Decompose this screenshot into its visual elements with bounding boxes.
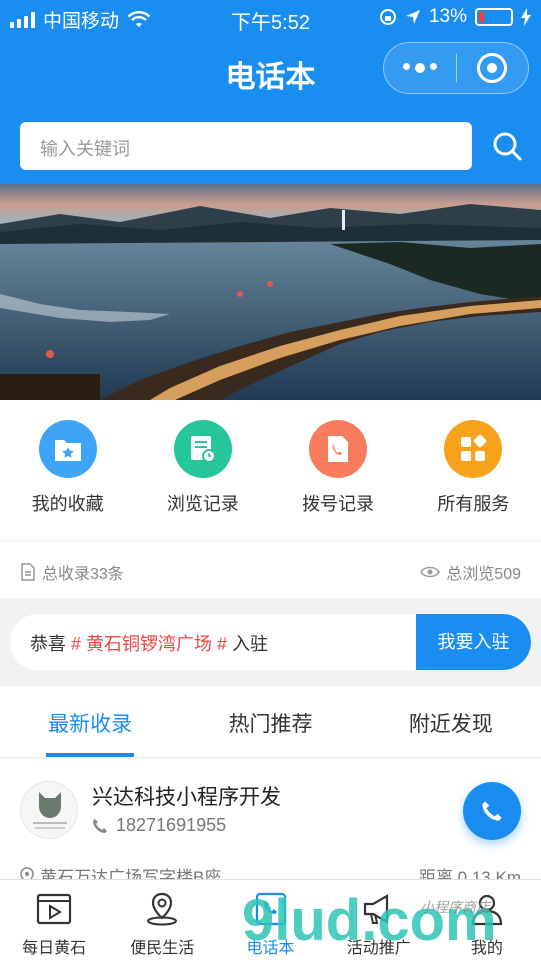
document-icon bbox=[21, 563, 35, 581]
status-right: 13% bbox=[379, 6, 531, 28]
favorite-folder-icon bbox=[38, 420, 97, 478]
miniprogram-capsule bbox=[383, 42, 529, 94]
lake-scenery-image bbox=[0, 184, 541, 400]
banner-image[interactable] bbox=[0, 184, 541, 400]
call-log-icon bbox=[309, 420, 368, 478]
total-records: 总收录33条 bbox=[20, 560, 124, 584]
tab-mine[interactable]: 我的 bbox=[433, 880, 541, 960]
join-notice: 恭喜 # 黄石铜锣湾广场 # 入驻 我要入驻 bbox=[10, 614, 531, 670]
notice-message: 恭喜 # 黄石铜锣湾广场 # 入驻 bbox=[30, 630, 268, 656]
video-icon bbox=[36, 893, 72, 925]
tab-latest[interactable]: 最新收录 bbox=[0, 686, 180, 757]
tab-promotion[interactable]: 活动推广 bbox=[325, 880, 433, 960]
tab-label: 便民生活 bbox=[130, 940, 195, 957]
phone-icon bbox=[482, 801, 502, 821]
phonebook-page: 中国移动 下午5:52 13% 电话本 输入关键词 我的收藏 浏览记录 拨号记录… bbox=[0, 0, 541, 960]
search-input[interactable]: 输入关键词 bbox=[20, 122, 472, 170]
more-menu-button[interactable] bbox=[384, 63, 456, 73]
tab-label: 我的 bbox=[470, 940, 503, 957]
tab-convenience[interactable]: 便民生活 bbox=[108, 880, 216, 960]
rotation-lock-icon bbox=[379, 9, 396, 25]
menu-label: 所有服务 bbox=[437, 494, 510, 514]
tab-phonebook[interactable]: 电话本 bbox=[216, 880, 324, 960]
business-name: 兴达科技小程序开发 bbox=[92, 786, 281, 809]
tab-label: 电话本 bbox=[246, 940, 295, 957]
tab-label: 每日黄石 bbox=[22, 940, 87, 957]
menu-all-services[interactable]: 所有服务 bbox=[406, 400, 541, 540]
target-icon bbox=[477, 53, 508, 83]
all-services-icon bbox=[444, 420, 503, 478]
search-icon[interactable] bbox=[491, 130, 523, 162]
listing-tabs: 最新收录 热门推荐 附近发现 bbox=[0, 686, 541, 758]
battery-percent: 13% bbox=[428, 6, 467, 27]
menu-my-favorites[interactable]: 我的收藏 bbox=[0, 400, 135, 540]
menu-label: 浏览记录 bbox=[166, 494, 239, 514]
views-text: 总浏览509 bbox=[446, 566, 521, 583]
search-bar: 输入关键词 bbox=[0, 104, 541, 184]
join-button[interactable]: 我要入驻 bbox=[416, 614, 531, 670]
notice-suffix: 入驻 bbox=[232, 634, 269, 654]
records-text: 总收录33条 bbox=[42, 566, 124, 583]
notice-highlight[interactable]: # 黄石铜锣湾广场 # bbox=[71, 634, 227, 654]
history-icon bbox=[173, 420, 232, 478]
phone-icon bbox=[255, 892, 286, 926]
list-item[interactable]: 兴达科技小程序开发 18271691955 黄石万达广场写字楼B座 距离 0.1… bbox=[0, 759, 541, 887]
location-pin-icon bbox=[147, 892, 178, 926]
eye-icon bbox=[420, 566, 441, 578]
business-phone: 18271691955 bbox=[92, 815, 226, 836]
menu-call-log[interactable]: 拨号记录 bbox=[271, 400, 406, 540]
quick-menu: 我的收藏 浏览记录 拨号记录 所有服务 bbox=[0, 400, 541, 540]
call-button[interactable] bbox=[463, 782, 521, 840]
menu-label: 我的收藏 bbox=[31, 494, 104, 514]
tab-daily-huangshi[interactable]: 每日黄石 bbox=[0, 880, 108, 960]
megaphone-icon bbox=[363, 894, 388, 924]
battery-icon bbox=[475, 8, 513, 26]
close-miniprogram-button[interactable] bbox=[457, 53, 529, 83]
phone-number: 18271691955 bbox=[116, 815, 227, 835]
tab-nearby[interactable]: 附近发现 bbox=[361, 686, 541, 757]
menu-browse-history[interactable]: 浏览记录 bbox=[135, 400, 270, 540]
tab-popular[interactable]: 热门推荐 bbox=[180, 686, 360, 757]
user-icon bbox=[471, 894, 503, 926]
location-arrow-icon bbox=[405, 10, 420, 24]
total-views: 总浏览509 bbox=[420, 560, 521, 584]
menu-label: 拨号记录 bbox=[302, 494, 375, 514]
notice-prefix: 恭喜 bbox=[30, 634, 66, 654]
stats-row: 总收录33条 总浏览509 bbox=[0, 540, 541, 598]
phone-icon bbox=[93, 818, 107, 833]
business-logo bbox=[20, 781, 78, 839]
status-bar: 中国移动 下午5:52 13% bbox=[0, 0, 541, 36]
nav-bar: 电话本 bbox=[0, 36, 541, 104]
charging-bolt-icon bbox=[521, 8, 531, 26]
bottom-tab-bar: 每日黄石 便民生活 电话本 活动推广 我的 bbox=[0, 879, 541, 960]
tab-label: 活动推广 bbox=[346, 940, 411, 957]
